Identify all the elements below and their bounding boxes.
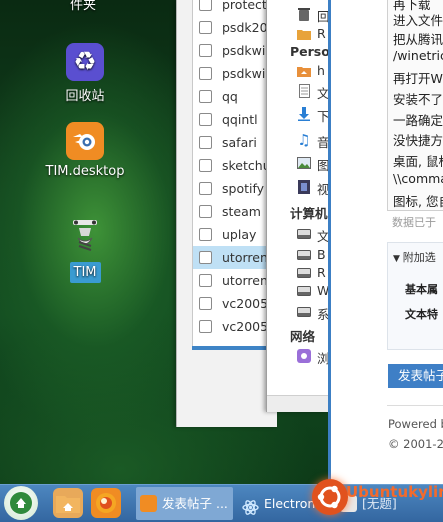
sidebar-item-music[interactable]: ♫ 音 [267, 130, 329, 150]
divider [387, 405, 443, 406]
sidebar-item-drive[interactable]: W [267, 281, 329, 301]
checkbox[interactable] [199, 159, 212, 172]
editor-line: 再打开W [393, 71, 443, 86]
checkbox[interactable] [199, 136, 212, 149]
checkbox[interactable] [199, 274, 212, 287]
video-icon [297, 180, 311, 194]
sidebar-footer [267, 395, 329, 412]
network-icon [297, 349, 311, 363]
autosave-status: 数据已于 [392, 216, 436, 229]
editor-line: 图标, 您自 [393, 194, 443, 209]
editor-line: 把从腾讯 [393, 32, 443, 47]
home-folder-launcher[interactable] [53, 488, 83, 518]
sidebar-item-trash[interactable]: 回 [267, 4, 329, 24]
checkbox[interactable] [199, 297, 212, 310]
sidebar-item-documents[interactable]: 文 [267, 81, 329, 101]
checkbox[interactable] [199, 44, 212, 57]
trash-icon [297, 7, 311, 21]
list-scroll-indicator [192, 346, 277, 350]
ubuntu-logo-icon [312, 479, 348, 515]
footer-powered-by: Powered b [388, 417, 443, 431]
checkbox[interactable] [199, 113, 212, 126]
music-icon: ♫ [297, 130, 311, 149]
checkbox[interactable] [199, 0, 212, 11]
sidebar-item-drive[interactable]: R [267, 263, 329, 283]
task-firefox[interactable]: 发表帖子 ... [136, 487, 233, 520]
file-list-window: protect psdk200 psdkwin psdkwin qq qqint… [176, 0, 278, 427]
desktop-folder-label: 件夹 [70, 0, 97, 13]
checkbox[interactable] [199, 67, 212, 80]
sidebar-item-folder[interactable]: R [267, 24, 329, 44]
blender-icon [66, 122, 104, 160]
picture-icon [297, 156, 311, 170]
editor-line: \\comma [393, 171, 443, 186]
desktop-icon-recycle-bin[interactable]: ♻ 回收站 [30, 43, 140, 104]
document-icon [297, 84, 311, 98]
sidebar-item-browse-network[interactable]: 浏 [267, 346, 329, 366]
editor-line: 进入文件 [393, 13, 443, 28]
drive-icon [297, 227, 311, 241]
desktop-icon-tim[interactable]: TIM [30, 218, 140, 283]
checkbox[interactable] [199, 182, 212, 195]
sidebar-item-pictures[interactable]: 图 [267, 153, 329, 173]
drive-icon [297, 284, 311, 298]
sidebar-item-drive[interactable]: 文 [267, 224, 329, 244]
electron-icon [242, 495, 259, 515]
home-folder-icon [297, 64, 311, 78]
attach-option-basic[interactable]: 基本属 [405, 281, 438, 297]
editor-line: 没快捷方 [393, 133, 443, 148]
section-computer: 计算机 [290, 206, 328, 221]
task-electron[interactable]: Electron [238, 487, 318, 520]
sidebar-item-system[interactable]: 系 [267, 302, 329, 322]
checkbox[interactable] [199, 205, 212, 218]
sidebar-item-downloads[interactable]: 下 [267, 104, 329, 124]
tim-icon [67, 218, 103, 258]
drive-icon [297, 266, 311, 280]
section-network: 网络 [290, 329, 316, 344]
ubuntukylin-watermark: Ubuntukylin [312, 479, 443, 521]
download-icon [297, 107, 311, 121]
desktop-icon-label: TIM.desktop [45, 164, 125, 179]
sidebar-item-drive[interactable]: B [267, 245, 329, 265]
start-menu-icon [10, 492, 32, 514]
checkbox[interactable] [199, 320, 212, 333]
firefox-icon [140, 495, 157, 512]
checkbox[interactable] [199, 251, 212, 264]
editor-line: 一路确定 [393, 113, 443, 128]
drive-icon [297, 248, 311, 262]
drive-icon [297, 305, 311, 319]
editor-line: /winetric [393, 48, 443, 63]
desktop-icon-label: 回收站 [65, 89, 105, 104]
chevron-down-icon: ▼ [393, 254, 403, 264]
checkbox[interactable] [199, 228, 212, 241]
firefox-launcher[interactable] [91, 488, 121, 518]
file-manager-window: 回 R Perso h 文 下 ♫ 音 图 视 计算机 文 B R W 系 网络… [266, 0, 329, 412]
attach-option-text[interactable]: 文本特 [405, 306, 438, 322]
home-folder-icon [56, 496, 80, 513]
folder-icon [297, 27, 311, 41]
watermark-text: Ubuntukylin [346, 483, 443, 501]
attachment-options-panel: ▼ 附加选 基本属 文本特 [387, 242, 443, 350]
firefox-icon [96, 493, 116, 513]
divider [387, 210, 443, 211]
browser-window: 再下载 进入文件 把从腾讯 /winetric 再打开W 安装不了 一路确定 没… [328, 0, 443, 484]
section-personal: Perso [290, 44, 329, 59]
post-editor[interactable]: 再下载 进入文件 把从腾讯 /winetric 再打开W 安装不了 一路确定 没… [387, 0, 443, 210]
desktop-icon-label: TIM [69, 262, 101, 283]
editor-line: 安装不了 [393, 92, 443, 107]
editor-line: 桌面, 鼠标 [393, 154, 443, 169]
footer-copyright: © 2001-20 [388, 437, 443, 451]
start-menu-button[interactable] [4, 486, 38, 520]
attachment-options-toggle[interactable]: ▼ 附加选 [393, 249, 436, 265]
sidebar-item-home[interactable]: h [267, 61, 329, 81]
post-button[interactable]: 发表帖子 [388, 364, 443, 388]
recycle-bin-icon: ♻ [66, 43, 104, 81]
sidebar-item-videos[interactable]: 视 [267, 177, 329, 197]
checkbox[interactable] [199, 21, 212, 34]
checkbox[interactable] [199, 90, 212, 103]
desktop-icon-tim-desktop[interactable]: TIM.desktop [30, 122, 140, 179]
